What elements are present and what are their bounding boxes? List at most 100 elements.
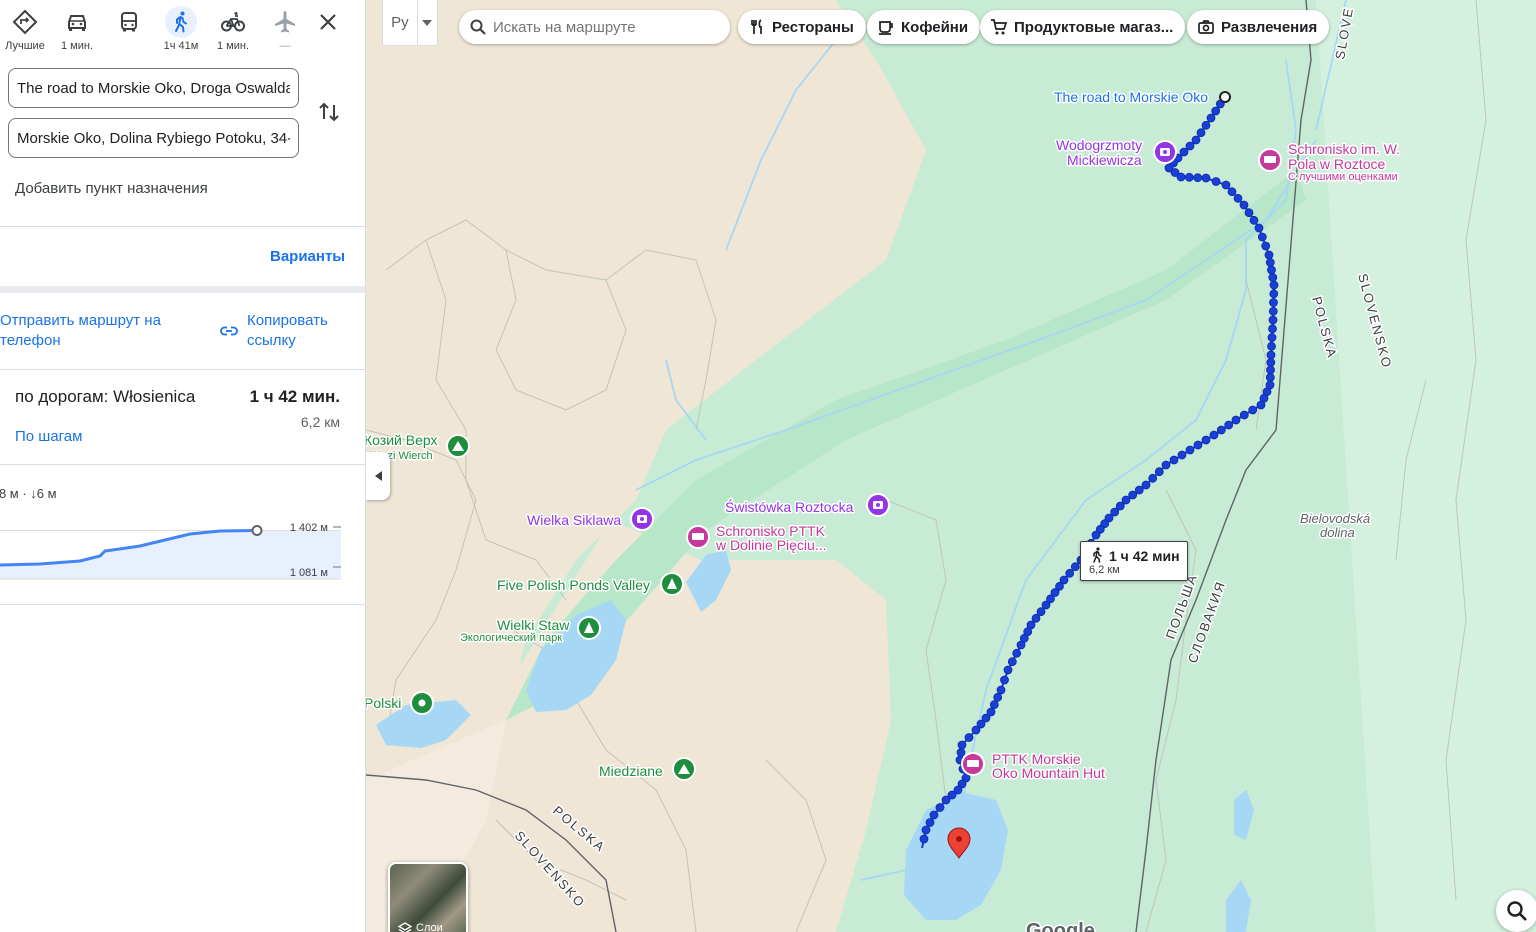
poi-wielka-siklawa-marker[interactable] — [630, 507, 654, 531]
collapse-panel-button[interactable] — [366, 452, 390, 500]
poi-kozi-wierch-marker[interactable] — [446, 434, 470, 458]
route-dot — [1266, 350, 1276, 360]
route-dot — [941, 795, 951, 805]
label-wodogrzmoty[interactable]: Wodogrzmoty — [1055, 136, 1144, 155]
label-miedziane[interactable]: Miedziane — [598, 762, 665, 781]
label-schronisko-w-2[interactable]: Pola w Roztoce — [1287, 155, 1387, 174]
poi-pttk-hut-marker[interactable] — [961, 752, 985, 776]
search-along-route-input[interactable] — [493, 18, 720, 36]
label-five-ponds[interactable]: Five Polish Ponds Valley — [496, 576, 652, 595]
route-dot — [919, 834, 929, 844]
travel-mode-bike[interactable]: 1 мин. — [208, 4, 258, 58]
elevation-max-label: 1 402 м — [290, 522, 328, 534]
language-button[interactable]: Ру — [383, 0, 418, 45]
route-dot — [1267, 341, 1276, 351]
route-start-marker[interactable] — [1219, 91, 1231, 103]
label-wielka-siklawa[interactable]: Wielka Siklawa — [526, 511, 623, 530]
route-dot — [1177, 450, 1187, 460]
label-polski[interactable]: Polski — [366, 694, 403, 713]
route-dot — [1206, 113, 1216, 123]
language-toggle: Ру — [382, 0, 438, 46]
poi-polski-marker[interactable] — [410, 691, 434, 715]
poi-five-ponds-marker[interactable] — [660, 572, 684, 596]
poi-schronisko-w-pola-marker[interactable] — [1258, 148, 1282, 172]
route-dot — [1268, 306, 1278, 316]
map-canvas[interactable]: The road to Morskie Oko Wodogrzmoty Mick… — [366, 0, 1536, 932]
route-dot — [1191, 135, 1201, 145]
poi-wodogrzmoty-marker[interactable] — [1153, 140, 1177, 164]
travel-mode-best[interactable]: Лучшие — [0, 4, 50, 58]
route-dot — [1016, 640, 1026, 650]
layers-icon — [398, 922, 412, 932]
bus-icon — [113, 6, 145, 38]
swap-vertical-icon — [319, 102, 339, 122]
label-pttk-hut-2[interactable]: Oko Mountain Hut — [991, 764, 1107, 783]
chip-entertainment[interactable]: Развлечения — [1187, 10, 1330, 44]
layers-button[interactable]: Слои — [388, 862, 468, 932]
explore-search-button[interactable] — [1496, 890, 1536, 932]
route-dot — [1185, 141, 1195, 151]
route-dot — [1216, 425, 1226, 435]
search-icon — [470, 19, 486, 35]
caret-down-icon — [422, 19, 433, 26]
coffee-icon — [879, 21, 893, 35]
label-swistowka[interactable]: Świstówka Roztocka — [724, 497, 856, 517]
route-dot — [1031, 613, 1041, 623]
language-dropdown-button[interactable] — [418, 0, 437, 45]
poi-miedziane-marker[interactable] — [672, 757, 696, 781]
diamond-directions-icon — [9, 6, 41, 38]
origin-input[interactable] — [17, 79, 290, 97]
send-to-phone-link[interactable]: Отправить маршрут на телефон — [0, 311, 200, 351]
route-dot — [1185, 445, 1195, 455]
elevation-end-marker — [251, 525, 263, 536]
route-dot — [1091, 530, 1101, 540]
chip-coffee[interactable]: Кофейни — [867, 10, 981, 44]
step-by-step-link[interactable]: По шагам — [15, 428, 82, 445]
route-dot — [993, 692, 1003, 702]
travel-mode-car[interactable]: 1 мин. — [52, 4, 102, 58]
label-schronisko-pttk-2[interactable]: w Dolinie Pięciu... — [714, 536, 829, 555]
poi-wielki-staw-marker[interactable] — [577, 616, 601, 640]
travel-mode-flight[interactable]: — — [260, 4, 310, 58]
destination-field-box — [8, 118, 299, 158]
route-dot — [1154, 467, 1164, 477]
route-dot — [1266, 365, 1275, 375]
copy-link-button[interactable]: Копировать ссылку — [247, 311, 347, 351]
route-dot — [1267, 265, 1276, 275]
route-dot — [1261, 241, 1271, 251]
poi-schronisko-pttk-marker[interactable] — [686, 525, 710, 549]
route-dot — [989, 700, 999, 710]
restaurant-icon — [751, 19, 762, 34]
chip-label: Рестораны — [772, 18, 854, 36]
label-kozi[interactable]: Козий Верх — [366, 431, 439, 450]
route-dot — [1268, 324, 1277, 334]
poi-swistowka-marker[interactable] — [866, 493, 890, 517]
label-schronisko-w[interactable]: Schronisko im. W. — [1287, 140, 1402, 159]
travel-mode-bar: Лучшие 1 мин. 1ч 41м 1 мин. — — [0, 0, 365, 60]
route-dot — [1196, 128, 1206, 138]
car-icon — [61, 6, 93, 38]
travel-mode-walk[interactable]: 1ч 41м — [156, 4, 206, 58]
route-dot — [1012, 648, 1022, 658]
route-dot — [1269, 280, 1279, 290]
add-destination-button[interactable]: Добавить пункт назначения — [15, 180, 208, 197]
route-dot — [1227, 187, 1237, 197]
route-dot — [1268, 315, 1278, 325]
route-duration-callout[interactable]: 1 ч 42 мин 6,2 км — [1080, 541, 1188, 581]
travel-mode-transit[interactable] — [104, 4, 154, 58]
bicycle-icon — [217, 6, 249, 38]
label-road-start[interactable]: The road to Morskie Oko — [1053, 88, 1210, 107]
destination-input[interactable] — [17, 129, 290, 147]
close-directions-button[interactable] — [314, 8, 342, 36]
chip-grocery[interactable]: Продуктовые магаз... — [980, 10, 1186, 44]
route-dot — [925, 818, 935, 827]
label-wodogrzmoty-2[interactable]: Mickiewicza — [1066, 151, 1144, 170]
route-dot — [1211, 177, 1221, 186]
options-button[interactable]: Варианты — [270, 248, 345, 265]
swap-endpoints-button[interactable] — [316, 99, 342, 125]
route-dot — [1148, 473, 1158, 483]
route-dot — [1249, 215, 1259, 225]
chip-restaurants[interactable]: Рестораны — [738, 10, 866, 44]
label-wielki-staw[interactable]: Wielki Staw — [496, 616, 572, 635]
route-dot — [1233, 193, 1243, 203]
